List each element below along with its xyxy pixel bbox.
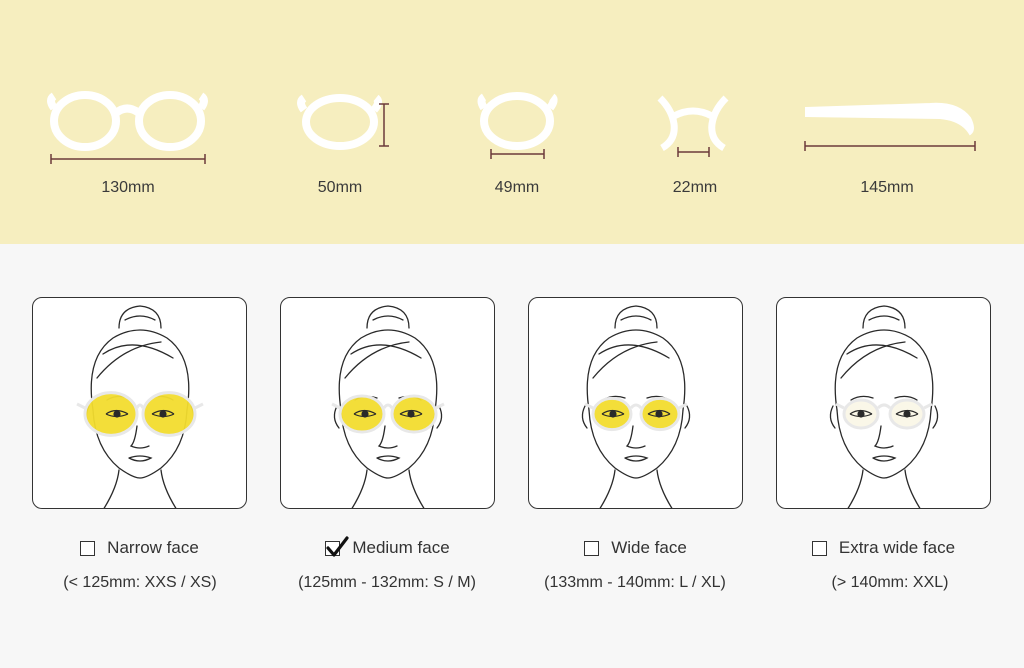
check-icon xyxy=(326,535,349,557)
hair-bun xyxy=(118,305,162,329)
checkbox[interactable] xyxy=(80,540,96,556)
option-label: Wide face xyxy=(611,538,687,557)
face-illustration xyxy=(76,305,204,508)
measure-total-width: 130mm xyxy=(0,0,250,244)
bridge-icon xyxy=(657,95,729,157)
option-wide-face[interactable]: Wide face xyxy=(528,537,743,559)
temple-arm-icon xyxy=(804,102,976,151)
face-card-narrow[interactable] xyxy=(32,297,247,509)
option-extra-wide-face[interactable]: Extra wide face xyxy=(776,537,991,559)
range-wide-face: (133mm - 140mm: L / XL) xyxy=(544,574,726,591)
measurements-panel: 130mm 50mm 49mm 22mm 145mm xyxy=(0,0,1024,244)
glasses xyxy=(331,394,445,434)
measure-lens-height: 50mm xyxy=(280,0,410,244)
checkbox[interactable] xyxy=(811,540,827,556)
head-outline xyxy=(586,329,686,411)
measure-label: 145mm xyxy=(860,179,914,196)
range-narrow-face: (< 125mm: XXS / XS) xyxy=(63,574,217,591)
face-illustration xyxy=(581,305,691,508)
hair-bun xyxy=(862,305,906,329)
measure-label: 130mm xyxy=(101,179,155,196)
option-label: Extra wide face xyxy=(838,538,956,557)
measure-bridge-width: 22mm xyxy=(640,0,750,244)
measure-label: 49mm xyxy=(494,179,540,196)
face-card-medium[interactable] xyxy=(280,297,495,509)
hair-bun xyxy=(366,305,410,329)
front-frame-icon xyxy=(47,91,208,164)
checkbox[interactable] xyxy=(584,540,600,556)
option-label: Narrow face xyxy=(107,538,199,557)
measure-label: 22mm xyxy=(672,179,718,196)
range-extra-wide-face: (> 140mm: XXL) xyxy=(831,574,949,591)
face-illustration xyxy=(829,305,939,508)
measure-lens-width: 49mm xyxy=(460,0,580,244)
option-label: Medium face xyxy=(352,538,450,557)
option-narrow-face[interactable]: Narrow face xyxy=(32,537,247,559)
glasses xyxy=(76,391,204,437)
hair-bun xyxy=(614,305,658,329)
head-outline xyxy=(834,329,934,411)
glasses xyxy=(584,396,688,432)
measure-label: 50mm xyxy=(317,179,363,196)
checkbox[interactable] xyxy=(325,535,349,557)
measure-temple-length: 145mm xyxy=(790,0,990,244)
lens-height-icon xyxy=(297,94,389,150)
option-medium-face[interactable]: Medium face xyxy=(280,535,495,559)
face-illustration xyxy=(331,305,445,508)
lens-width-icon xyxy=(477,92,558,159)
range-medium-face: (125mm - 132mm: S / M) xyxy=(298,574,476,591)
face-card-wide[interactable] xyxy=(528,297,743,509)
face-card-extra-wide[interactable] xyxy=(776,297,991,509)
